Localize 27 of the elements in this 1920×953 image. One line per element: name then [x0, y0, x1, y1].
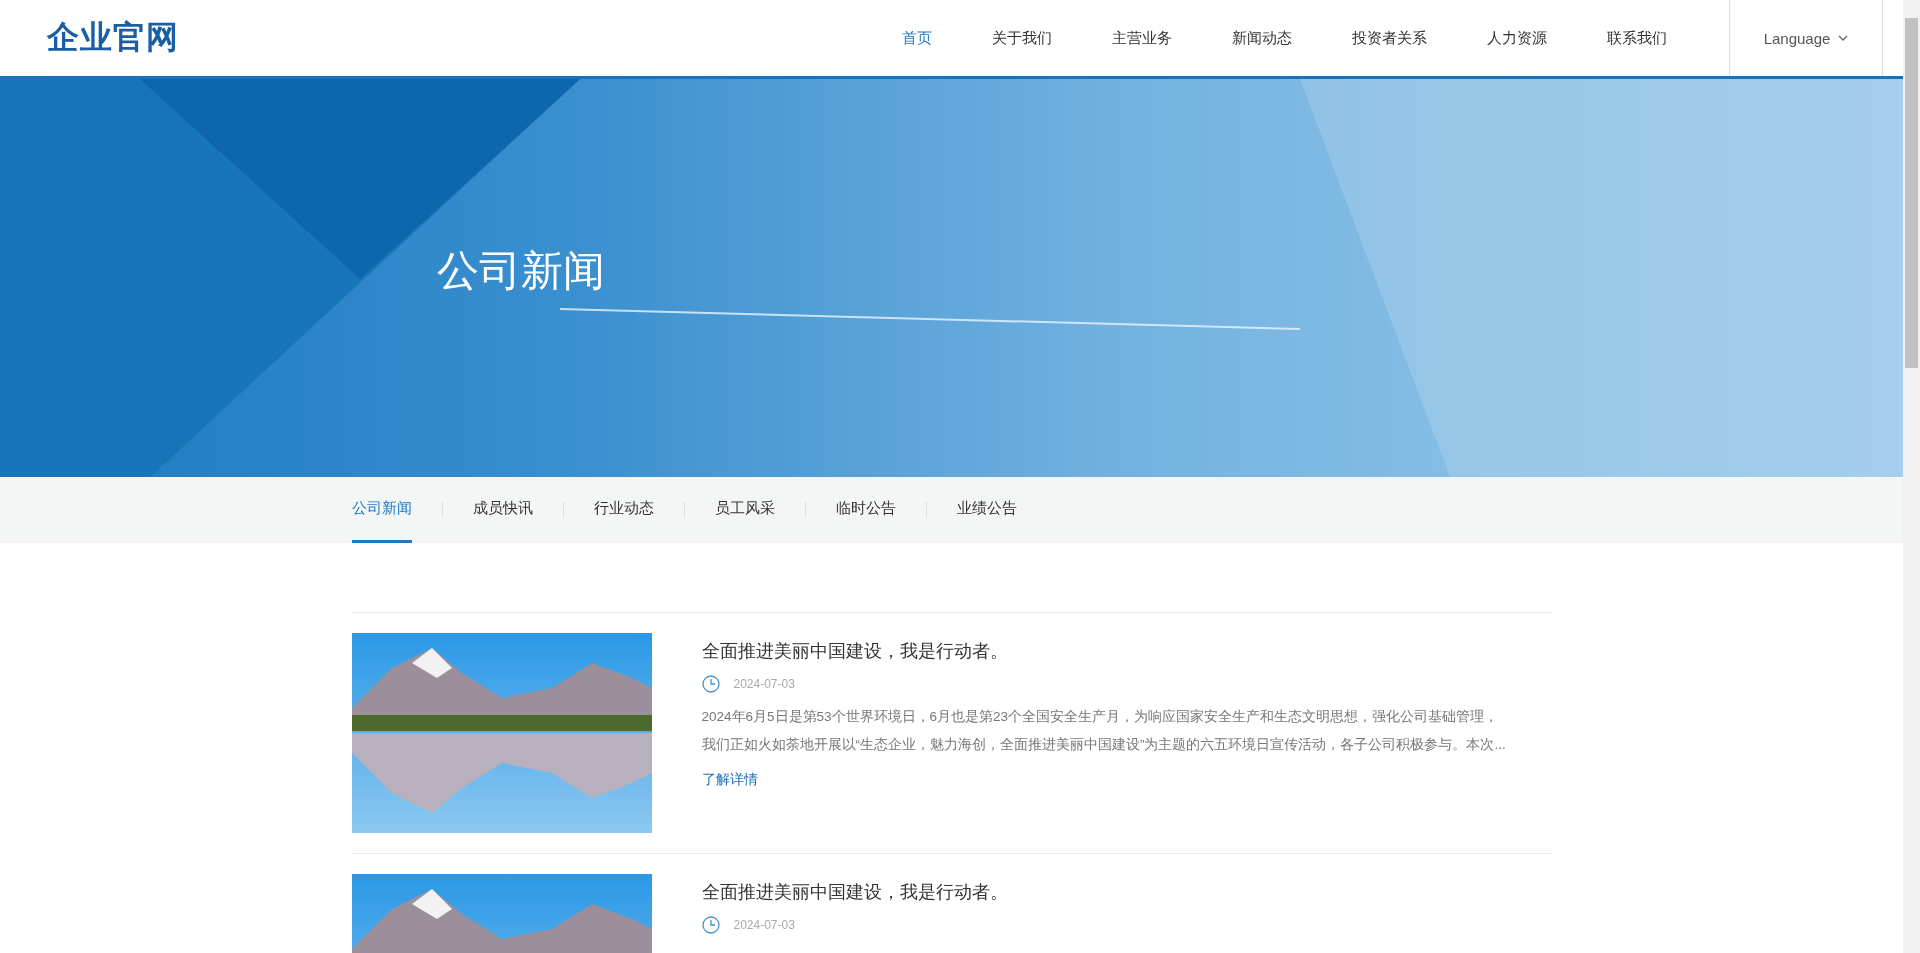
- chevron-down-icon: [1838, 35, 1849, 41]
- nav-link[interactable]: 首页: [872, 28, 962, 48]
- nav-link[interactable]: 联系我们: [1577, 28, 1697, 48]
- article-summary: 2024年6月5日是第53个世界环境日，6月也是第23个全国安全生产月，为响应国家安全生产和生态文明思想，强化公司基础管理，我们正如火如荼地开展以“生态企业，魅力海创，全面推进美丽中国建设”为主题的六五环境日宣传活动，各子公司积极参与。本次...: [701, 708, 1507, 754]
- clock-icon: [701, 675, 720, 693]
- read-more-link[interactable]: 了解详情: [701, 771, 758, 789]
- category-tab[interactable]: 业绩公告: [956, 477, 1017, 543]
- nav-link[interactable]: 人力资源: [1457, 28, 1577, 48]
- mountain-lake-photo[interactable]: [351, 633, 652, 833]
- category-tab[interactable]: 公司新闻: [351, 477, 412, 543]
- nav-link[interactable]: 关于我们: [962, 28, 1082, 48]
- category-tab[interactable]: 员工风采: [714, 477, 775, 543]
- language-dropdown[interactable]: Language: [1729, 0, 1883, 76]
- article-title[interactable]: 全面推进美丽中国建设，我是行动者。: [701, 639, 1552, 663]
- nav-link[interactable]: 新闻动态: [1202, 28, 1322, 48]
- nav-link[interactable]: 投资者关系: [1322, 28, 1457, 48]
- nav-link[interactable]: 主营业务: [1082, 28, 1202, 48]
- scrollbar[interactable]: [1903, 0, 1920, 953]
- article-date: 2024-07-03: [733, 677, 795, 691]
- article-date: 2024-07-03: [733, 918, 795, 932]
- category-tab[interactable]: 临时公告: [835, 477, 896, 543]
- clock-icon: [701, 916, 720, 934]
- banner-title: 公司新闻: [437, 246, 605, 296]
- category-tab[interactable]: 行业动态: [593, 477, 654, 543]
- site-logo[interactable]: 企业官网: [47, 16, 179, 60]
- article-title[interactable]: 全面推进美丽中国建设，我是行动者。: [701, 880, 1552, 904]
- category-tab[interactable]: 成员快讯: [472, 477, 533, 543]
